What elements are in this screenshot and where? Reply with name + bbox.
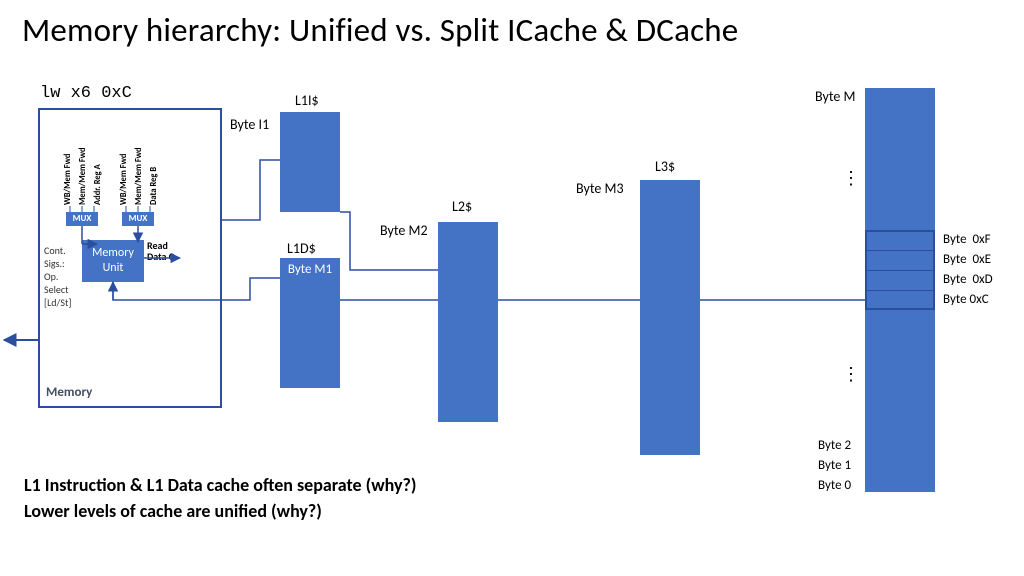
footer-line-2: Lower levels of cache are unified (why?) (24, 498, 416, 524)
l1d-cache-label: L1D$ (287, 240, 316, 257)
byte-0: Byte 0 (818, 478, 851, 493)
l1i-cache-label: L1I$ (295, 92, 319, 109)
l3-cache-box (640, 180, 700, 455)
mux-b: MUX (122, 212, 154, 226)
l1i-cache-box (280, 112, 340, 212)
input-mem-mem-fwd-b: Mem/Mem Fwd (134, 147, 144, 205)
instruction-text: lw x6 0xC (40, 84, 132, 103)
input-wb-mem-fwd-a: WB/Mem Fwd (63, 154, 73, 205)
l2-cache-label: L2$ (452, 198, 472, 215)
control-signals-text: Cont. Sigs.: Op. Select [Ld/St] (44, 244, 71, 309)
slide-canvas: Memory hierarchy: Unified vs. Split ICac… (0, 0, 1024, 576)
footer-text: L1 Instruction & L1 Data cache often sep… (24, 472, 416, 524)
l2-cache-box (438, 222, 498, 422)
byte-1: Byte 1 (818, 458, 851, 473)
byte-0xf: Byte 0xF (943, 232, 991, 247)
dots-upper: ⋮ (842, 174, 860, 182)
byte-0xd: Byte 0xD (943, 272, 993, 287)
input-addr-reg-a: Addr. Reg A (93, 164, 103, 205)
main-memory-top-label: Byte M (815, 88, 856, 105)
byte-0xe: Byte 0xE (943, 252, 991, 267)
footer-line-1: L1 Instruction & L1 Data cache often sep… (24, 472, 416, 498)
dots-lower: ⋮ (842, 370, 860, 378)
input-mem-mem-fwd-a: Mem/Mem Fwd (78, 147, 88, 205)
byte-2: Byte 2 (818, 438, 851, 453)
slide-title: Memory hierarchy: Unified vs. Split ICac… (22, 10, 738, 50)
word-divider-3 (865, 290, 935, 291)
byte-0xc: Byte 0xC (943, 292, 989, 307)
input-wb-mem-fwd-b: WB/Mem Fwd (119, 154, 129, 205)
read-data-label: Read Data C (147, 240, 174, 262)
l1d-byte-label: Byte M1 (280, 262, 340, 277)
memory-stage-label: Memory (46, 385, 92, 400)
l3-byte-label: Byte M3 (576, 180, 624, 197)
input-data-reg-b: Data Reg B (149, 167, 159, 205)
word-divider-2 (865, 270, 935, 271)
l3-cache-label: L3$ (655, 158, 675, 175)
memory-unit-block: Memory Unit (82, 240, 144, 282)
l1i-byte-label: Byte I1 (230, 116, 269, 133)
word-divider-1 (865, 250, 935, 251)
l1d-cache-box (280, 258, 340, 388)
mux-a: MUX (66, 212, 98, 226)
l2-byte-label: Byte M2 (380, 222, 428, 239)
